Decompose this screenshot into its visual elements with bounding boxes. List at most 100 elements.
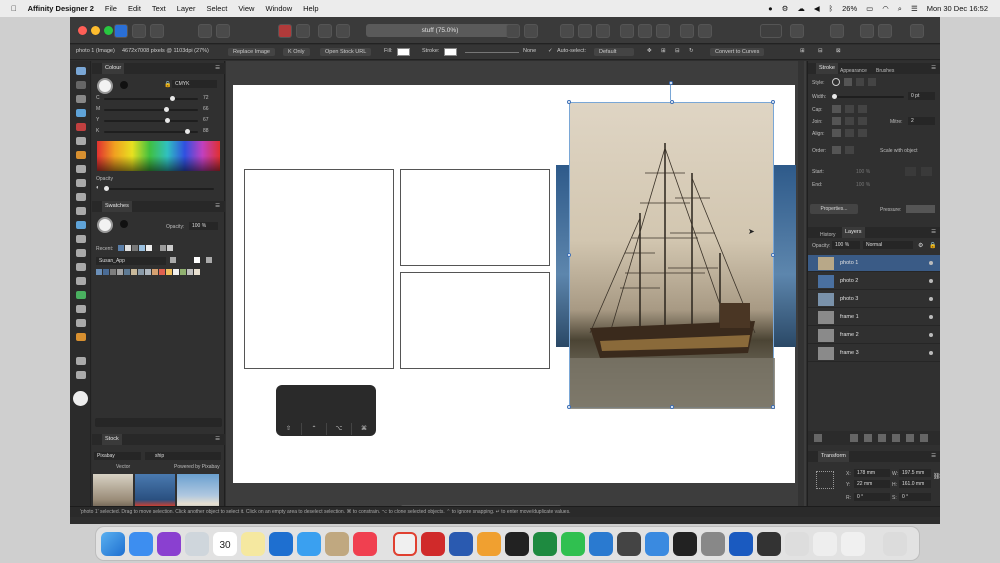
system-settings-icon[interactable] xyxy=(701,532,725,556)
swatch[interactable] xyxy=(138,269,144,275)
width-slider[interactable] xyxy=(832,94,904,99)
layer-name[interactable]: photo 2 xyxy=(840,278,858,284)
layer-settings-icon[interactable]: ⚙ xyxy=(918,242,923,249)
miter-join-icon[interactable] xyxy=(832,117,841,125)
layer-visibility-icon[interactable] xyxy=(929,333,933,337)
channel-knob[interactable] xyxy=(164,118,170,123)
layer-lock-icon[interactable]: 🔒 xyxy=(929,242,936,249)
text-tool-icon[interactable] xyxy=(76,305,86,313)
align-center-stroke-icon[interactable] xyxy=(832,129,841,137)
resize-handle[interactable] xyxy=(771,253,775,257)
align-inside-stroke-icon[interactable] xyxy=(845,129,854,137)
pen-mode-icon[interactable] xyxy=(760,24,782,38)
swatch[interactable] xyxy=(187,269,193,275)
finder-icon[interactable] xyxy=(101,532,125,556)
pixel-persona-icon[interactable] xyxy=(132,24,146,38)
width-value[interactable]: 0 pt xyxy=(908,92,935,100)
auto-select-checkbox[interactable]: ✓ xyxy=(548,48,553,54)
layer-name[interactable]: frame 2 xyxy=(840,332,859,338)
stock-tab[interactable]: Stock xyxy=(102,434,122,445)
resize-handle[interactable] xyxy=(567,253,571,257)
swatch[interactable] xyxy=(160,245,166,251)
frame-3[interactable] xyxy=(400,272,550,369)
solid-stroke-style-icon[interactable] xyxy=(844,78,852,86)
swatch[interactable] xyxy=(117,269,123,275)
move-tool-icon[interactable] xyxy=(76,67,86,75)
tab-stroke[interactable]: Stroke xyxy=(816,63,838,74)
distribute-icon[interactable]: ⊟ xyxy=(675,48,680,54)
swatch[interactable] xyxy=(146,245,152,251)
panel-toggle-icon[interactable] xyxy=(860,24,874,38)
document-icon[interactable] xyxy=(841,532,865,556)
activity-monitor-icon[interactable] xyxy=(757,532,781,556)
swatch[interactable] xyxy=(96,269,102,275)
ellipse-tool-icon[interactable] xyxy=(76,263,86,271)
rectangle-tool-icon[interactable] xyxy=(76,249,86,257)
panel-menu-icon[interactable]: ☰ xyxy=(931,227,936,238)
zoom-tool-icon[interactable] xyxy=(76,357,86,365)
arrowhead-swap-icon[interactable] xyxy=(905,167,916,176)
layer-row[interactable]: photo 2 xyxy=(808,273,940,290)
swatch[interactable] xyxy=(124,269,130,275)
zoom-window-button[interactable] xyxy=(104,26,113,35)
artboard-tool-icon[interactable] xyxy=(76,81,86,89)
transform-origin-icon[interactable]: ✥ xyxy=(647,48,652,54)
shift-key-icon[interactable]: ⇧ xyxy=(276,423,301,435)
channel-knob[interactable] xyxy=(184,129,190,134)
replace-image-button[interactable]: Replace Image xyxy=(228,48,275,56)
w-value[interactable]: 197.5 mm xyxy=(899,469,931,477)
swatch[interactable] xyxy=(145,269,151,275)
h-value[interactable]: 161.0 mm xyxy=(899,480,931,488)
blend-mode-dropdown[interactable]: Normal xyxy=(863,241,913,249)
menu-app-name[interactable]: Affinity Designer 2 xyxy=(28,4,94,13)
pencil-tool-icon[interactable] xyxy=(76,151,86,159)
align-icon[interactable]: ⊞ xyxy=(661,48,666,54)
channel-k-value[interactable]: 88 xyxy=(203,128,209,134)
x-value[interactable]: 178 mm xyxy=(854,469,890,477)
help-icon[interactable] xyxy=(910,24,924,38)
trash-icon[interactable] xyxy=(883,532,907,556)
photo-1-image[interactable] xyxy=(567,100,775,409)
minimize-window-button[interactable] xyxy=(91,26,100,35)
channel-knob[interactable] xyxy=(169,96,175,101)
menu-view[interactable]: View xyxy=(238,4,254,13)
width-knob[interactable] xyxy=(832,94,837,99)
stroke-behind-icon[interactable] xyxy=(832,146,841,154)
swatch-stroke-well[interactable] xyxy=(120,220,128,228)
layer-row[interactable]: photo 1 xyxy=(808,255,940,272)
r-value[interactable]: 0 ° xyxy=(854,493,890,501)
scrivener-icon[interactable] xyxy=(421,532,445,556)
flip-horizontal-icon[interactable] xyxy=(506,24,520,38)
swatch[interactable] xyxy=(152,269,158,275)
convert-icon[interactable] xyxy=(698,24,712,38)
fill-bucket-icon[interactable] xyxy=(76,193,86,201)
boolean-icon[interactable] xyxy=(278,24,292,38)
scale-with-object-checkbox[interactable]: Scale with object xyxy=(880,148,918,154)
stroke-swatch[interactable] xyxy=(444,48,457,56)
no-stroke-style-icon[interactable] xyxy=(832,78,840,86)
align-right-icon[interactable] xyxy=(596,24,610,38)
fill-color-icon[interactable] xyxy=(73,391,88,406)
resize-handle[interactable] xyxy=(670,100,674,104)
panel-menu-icon[interactable]: ☰ xyxy=(215,63,220,74)
arrowhead-link-icon[interactable] xyxy=(921,167,932,176)
search-icon[interactable]: ⌕ xyxy=(898,4,902,14)
layer-visibility-icon[interactable] xyxy=(929,351,933,355)
layer-fx-icon[interactable] xyxy=(814,434,822,442)
swatch[interactable] xyxy=(194,269,200,275)
snapping-icon[interactable] xyxy=(216,24,230,38)
panel-menu-icon[interactable]: ☰ xyxy=(215,434,220,445)
shape-tool-icon[interactable] xyxy=(76,123,86,131)
tab-layers[interactable]: Layers xyxy=(842,227,865,238)
round-cap-icon[interactable] xyxy=(845,105,854,113)
swatch[interactable] xyxy=(153,245,159,251)
control-key-icon[interactable]: ⌃ xyxy=(301,423,326,435)
insert-icon[interactable] xyxy=(680,24,694,38)
menu-window[interactable]: Window xyxy=(265,4,292,13)
swatch[interactable] xyxy=(103,269,109,275)
designer-persona-icon[interactable] xyxy=(114,24,128,38)
mail-icon[interactable] xyxy=(129,532,153,556)
brush-tool-icon[interactable] xyxy=(76,165,86,173)
resize-handle[interactable] xyxy=(771,100,775,104)
export-persona-icon[interactable] xyxy=(150,24,164,38)
